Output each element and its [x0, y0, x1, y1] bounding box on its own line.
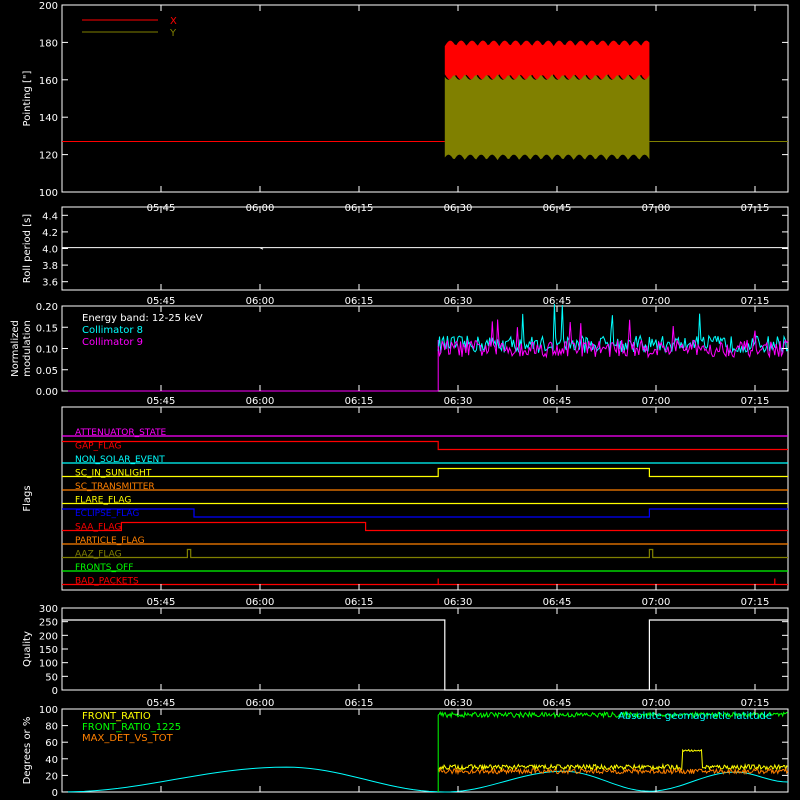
- x-tick-label: 06:00: [246, 396, 275, 407]
- x-tick-label: 07:15: [741, 396, 770, 407]
- y-tick-label: 4.2: [42, 228, 58, 239]
- energy-band-annotation: Energy band: 12-25 keV: [82, 313, 203, 324]
- y-tick-label: 3.6: [42, 278, 58, 289]
- y-tick-label: 200: [39, 631, 58, 642]
- y-tick-label: 100: [39, 659, 58, 670]
- y-tick-label: 80: [45, 722, 58, 733]
- plot-frame: [61, 406, 789, 591]
- flag-eclipse-flag-label: ECLIPSE_FLAG: [75, 509, 139, 519]
- y-tick-label: 4.0: [42, 245, 58, 256]
- y-tick-label: 150: [39, 645, 58, 656]
- y-tick-label: 0: [52, 788, 58, 799]
- y-tick-label: 0.20: [36, 302, 58, 313]
- x-tick-label: 06:00: [246, 597, 275, 608]
- x-tick-label: 06:45: [543, 296, 572, 307]
- y-tick-label: 200: [39, 1, 58, 12]
- y-tick-label: 20: [45, 771, 58, 782]
- x-tick-label: 05:45: [147, 698, 176, 709]
- flag-saa-flag-line: [62, 521, 788, 532]
- quality-line: [62, 619, 788, 691]
- y-axis-title: Roll period [s]: [22, 214, 33, 283]
- x-tick-label: 07:15: [741, 698, 770, 709]
- flag-gap-flag-line: [62, 440, 788, 451]
- series-y-band: [444, 74, 650, 161]
- x-tick-label: 05:45: [147, 597, 176, 608]
- y-tick-label: 0: [52, 686, 58, 697]
- y-tick-label: 300: [39, 604, 58, 615]
- geomagnetic-latitude-annotation: Absolute geomagnetic latitude: [618, 711, 772, 722]
- legend-label-x: X: [170, 16, 177, 27]
- x-tick-label: 06:45: [543, 698, 572, 709]
- legend-label-y: Y: [169, 28, 177, 39]
- x-tick-label: 06:30: [444, 698, 473, 709]
- x-tick-label: 06:30: [444, 396, 473, 407]
- y-tick-label: 0.05: [36, 366, 58, 377]
- y-tick-label: 250: [39, 618, 58, 629]
- y-tick-label: 60: [45, 738, 58, 749]
- y-tick-label: 100: [39, 188, 58, 199]
- y-tick-label: 100: [39, 705, 58, 716]
- x-tick-label: 06:30: [444, 296, 473, 307]
- plot-frame: [61, 206, 789, 291]
- legend-label-front-ratio: FRONT_RATIO: [82, 711, 151, 722]
- flag-eclipse-flag-line: [62, 508, 788, 518]
- x-tick-label: 07:00: [642, 396, 671, 407]
- y-axis-title: Degrees or %: [22, 717, 33, 785]
- y-tick-label: 120: [39, 151, 58, 162]
- legend-label-collimator-9: Collimator 9: [82, 337, 143, 348]
- x-tick-label: 05:45: [147, 296, 176, 307]
- panel-4: ATTENUATOR_STATEGAP_FLAGNON_SOLAR_EVENTS…: [22, 406, 789, 608]
- x-tick-label: 06:00: [246, 698, 275, 709]
- panel-5: 05:45 06:00 06:15 06:30 06:45 07:00 07:15 0 50 10…: [22, 604, 789, 709]
- x-tick-label: 06:00: [246, 296, 275, 307]
- legend-label-max-det-vs-tot: MAX_DET_VS_TOT: [82, 733, 174, 744]
- y-axis-title: Flags: [22, 485, 33, 511]
- x-tick-label: 07:00: [642, 597, 671, 608]
- y-tick-label: 50: [45, 672, 58, 683]
- legend-label-front-ratio-1225: FRONT_RATIO_1225: [82, 722, 181, 733]
- y-axis-title: Normalized: [10, 320, 21, 377]
- x-tick-label: 06:30: [444, 597, 473, 608]
- x-tick-label: 06:15: [345, 698, 374, 709]
- flag-aaz-flag-line: [62, 548, 788, 559]
- series-x-band: [444, 40, 650, 80]
- x-tick-label: 06:45: [543, 597, 572, 608]
- chart-canvas: 05:45 06:00 06:15 06:30 06:45 07:00 07:15 100 12…: [10, 1, 789, 799]
- x-tick-label: 06:15: [345, 597, 374, 608]
- y-tick-label: 40: [45, 755, 58, 766]
- y-axis-title: Pointing ["]: [22, 70, 33, 126]
- y-axis-title: modulation: [22, 320, 33, 377]
- y-tick-label: 140: [39, 113, 58, 124]
- y-tick-label: 0.00: [36, 387, 58, 398]
- panel-1: 05:45 06:00 06:15 06:30 06:45 07:00 07:1510012…: [22, 1, 789, 214]
- x-tick-label: 06:15: [345, 296, 374, 307]
- x-tick-label: 06:15: [345, 396, 374, 407]
- y-tick-label: 0.15: [36, 323, 58, 334]
- y-tick-label: 180: [39, 38, 58, 49]
- y-tick-label: 0.10: [36, 345, 58, 356]
- y-tick-label: 4.4: [42, 211, 58, 222]
- x-tick-label: 07:15: [741, 597, 770, 608]
- x-tick-label: 06:45: [543, 396, 572, 407]
- y-axis-title: Quality: [22, 631, 33, 667]
- flag-sc-in-sunlight-line: [62, 467, 788, 478]
- panel-3: 05:45 06:00 06:15 06:30 06:45 07:00 07:15 0.00 0…: [10, 302, 789, 407]
- x-tick-label: 07:00: [642, 698, 671, 709]
- x-tick-label: 05:45: [147, 396, 176, 407]
- y-tick-label: 160: [39, 76, 58, 87]
- y-tick-label: 3.8: [42, 261, 58, 272]
- x-tick-label: 07:15: [741, 296, 770, 307]
- legend-label-collimator-8: Collimator 8: [82, 325, 143, 336]
- series-front-ratio: [437, 748, 788, 772]
- x-tick-label: 07:00: [642, 296, 671, 307]
- flag-gap-flag-label: GAP_FLAG: [75, 442, 121, 452]
- panel-2: 05:45 06:00 06:15 06:30 06:45 07:00 07:15 3.6 3.…: [22, 206, 789, 307]
- panel-6: 0 20 40 60 80 100 Degrees or % FRONT_RATIOFRONT…: [22, 705, 789, 799]
